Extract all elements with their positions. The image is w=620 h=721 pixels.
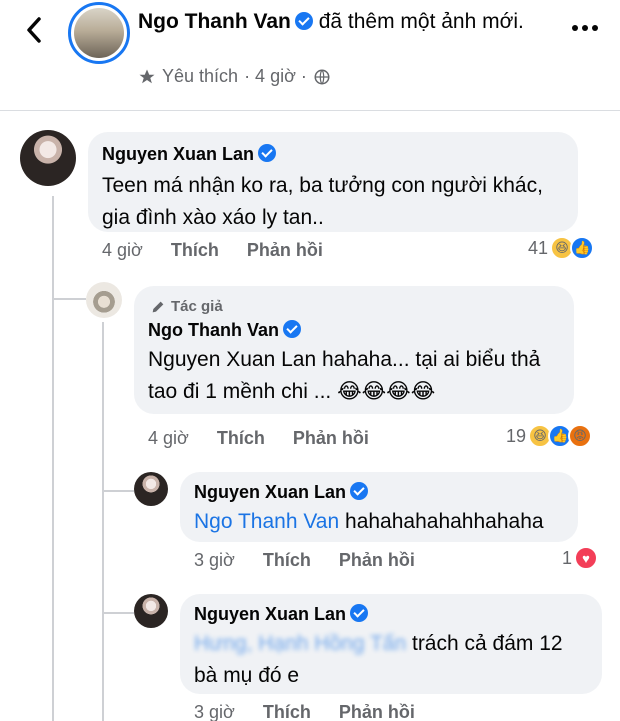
reaction-summary[interactable]: 1 ♥ [562, 546, 599, 570]
back-button[interactable] [18, 14, 50, 46]
comment-line: Teen má nhận ko ra, ba tưởng con người k… [102, 174, 543, 197]
reaction-summary[interactable]: 19 😆 👍 😡 [506, 424, 593, 448]
globe-icon [314, 69, 330, 84]
reply-button[interactable]: Phản hồi [293, 428, 369, 449]
thread-branch [102, 612, 134, 614]
verified-icon [350, 604, 369, 622]
avatar[interactable] [134, 472, 168, 506]
reply-button[interactable]: Phản hồi [339, 702, 415, 721]
avatar[interactable] [86, 282, 122, 318]
comment-bubble: Nguyen Xuan Lan Teen má nhận ko ra, ba t… [88, 132, 578, 232]
comment-time: 3 giờ [194, 702, 235, 721]
comment-time: 4 giờ [102, 240, 143, 260]
more-options-button[interactable] [572, 22, 600, 34]
thread-branch [52, 298, 86, 300]
comment-text: Teen má nhận ko ra, ba tưởng con người k… [102, 170, 543, 234]
like-icon: 👍 [570, 236, 595, 260]
commenter-name[interactable]: Nguyen Xuan Lan [102, 144, 254, 164]
reply-button[interactable]: Phản hồi [339, 550, 415, 571]
reaction-summary[interactable]: 41 😆 👍 [528, 236, 595, 260]
avatar[interactable] [20, 130, 76, 186]
thread-branch [102, 490, 134, 492]
comment-bubble: Nguyen Xuan Lan Ngo Thanh Van hahahahaha… [180, 472, 578, 542]
verified-icon [258, 144, 277, 162]
favorite-label: Yêu thích [162, 66, 239, 86]
reaction-count: 1 [562, 547, 573, 568]
post-action-text: đã thêm một ảnh mới. [318, 10, 524, 33]
pencil-icon [152, 301, 164, 312]
comment-text: Ngo Thanh Van hahahahahahhahaha [194, 506, 544, 538]
reaction-count: 41 [528, 237, 549, 258]
post-meta: Yêu thích · 4 giờ · [138, 66, 331, 87]
comment-actions: 3 giờ Thích Phản hồi [194, 550, 415, 571]
reaction-count: 19 [506, 425, 527, 446]
star-icon [139, 69, 155, 83]
comment-line: trách cả đám 12 [411, 632, 563, 655]
comment-header: Nguyen Xuan Lan [102, 144, 277, 165]
verified-icon [294, 12, 313, 30]
like-button[interactable]: Thích [171, 240, 219, 261]
comment-bubble: Tác giả Ngo Thanh Van Nguyen Xuan Lan ha… [134, 286, 574, 414]
commenter-name[interactable]: Nguyen Xuan Lan [194, 604, 346, 624]
author-badge-label: Tác giả [171, 298, 223, 315]
post-time: · 4 giờ · [244, 66, 307, 86]
header-title: Ngo Thanh Van đã thêm một ảnh mới. [138, 8, 538, 36]
like-button[interactable]: Thích [217, 428, 265, 449]
comment-header: Nguyen Xuan Lan [194, 482, 369, 503]
angry-icon: 😡 [568, 424, 593, 448]
comment-text: Nguyen Xuan Lan hahaha... tại ai biểu th… [148, 344, 540, 408]
reply-button[interactable]: Phản hồi [247, 240, 323, 261]
comment-line: tao đi 1 mềnh chi ... 😂😂😂😂 [148, 380, 436, 403]
comment-text: Hưng, Hạnh Hồng Tấn trách cả đám 12 bà m… [194, 628, 563, 692]
comment-line: Nguyen Xuan Lan hahaha... tại ai biểu th… [148, 348, 541, 371]
header-divider [0, 110, 620, 111]
verified-icon [283, 320, 302, 338]
author-name[interactable]: Ngo Thanh Van [138, 10, 291, 33]
comment-content: hahahahahahhahaha [345, 510, 544, 533]
comment-actions: 4 giờ Thích Phản hồi [148, 428, 369, 449]
commenter-name[interactable]: Ngo Thanh Van [148, 320, 279, 340]
chevron-left-icon [27, 17, 41, 43]
tagged-user-link[interactable]: Ngo Thanh Van [194, 510, 339, 533]
comment-bubble: Nguyen Xuan Lan Hưng, Hạnh Hồng Tấn trác… [180, 594, 602, 694]
comment-line: bà mụ đó e [194, 664, 300, 687]
commenter-name[interactable]: Nguyen Xuan Lan [194, 482, 346, 502]
comment-line: gia đình xào xáo ly tan.. [102, 206, 324, 229]
heart-icon: ♥ [574, 546, 599, 570]
post-header: Ngo Thanh Van đã thêm một ảnh mới. Yêu t… [0, 0, 620, 112]
comment-time: 4 giờ [148, 428, 189, 448]
comment-actions: 4 giờ Thích Phản hồi [102, 240, 323, 261]
like-button[interactable]: Thích [263, 550, 311, 571]
verified-icon [350, 482, 369, 500]
avatar[interactable] [134, 594, 168, 628]
thread-line [52, 196, 54, 721]
thread-line [102, 322, 104, 721]
author-avatar[interactable] [68, 2, 130, 64]
comment-actions: 3 giờ Thích Phản hồi [194, 702, 415, 721]
comment-header: Nguyen Xuan Lan [194, 604, 369, 625]
blurred-tags: Hưng, Hạnh Hồng Tấn [194, 632, 407, 655]
comment-header: Ngo Thanh Van [148, 320, 302, 341]
author-badge: Tác giả [150, 298, 223, 315]
like-button[interactable]: Thích [263, 702, 311, 721]
comment-time: 3 giờ [194, 550, 235, 570]
